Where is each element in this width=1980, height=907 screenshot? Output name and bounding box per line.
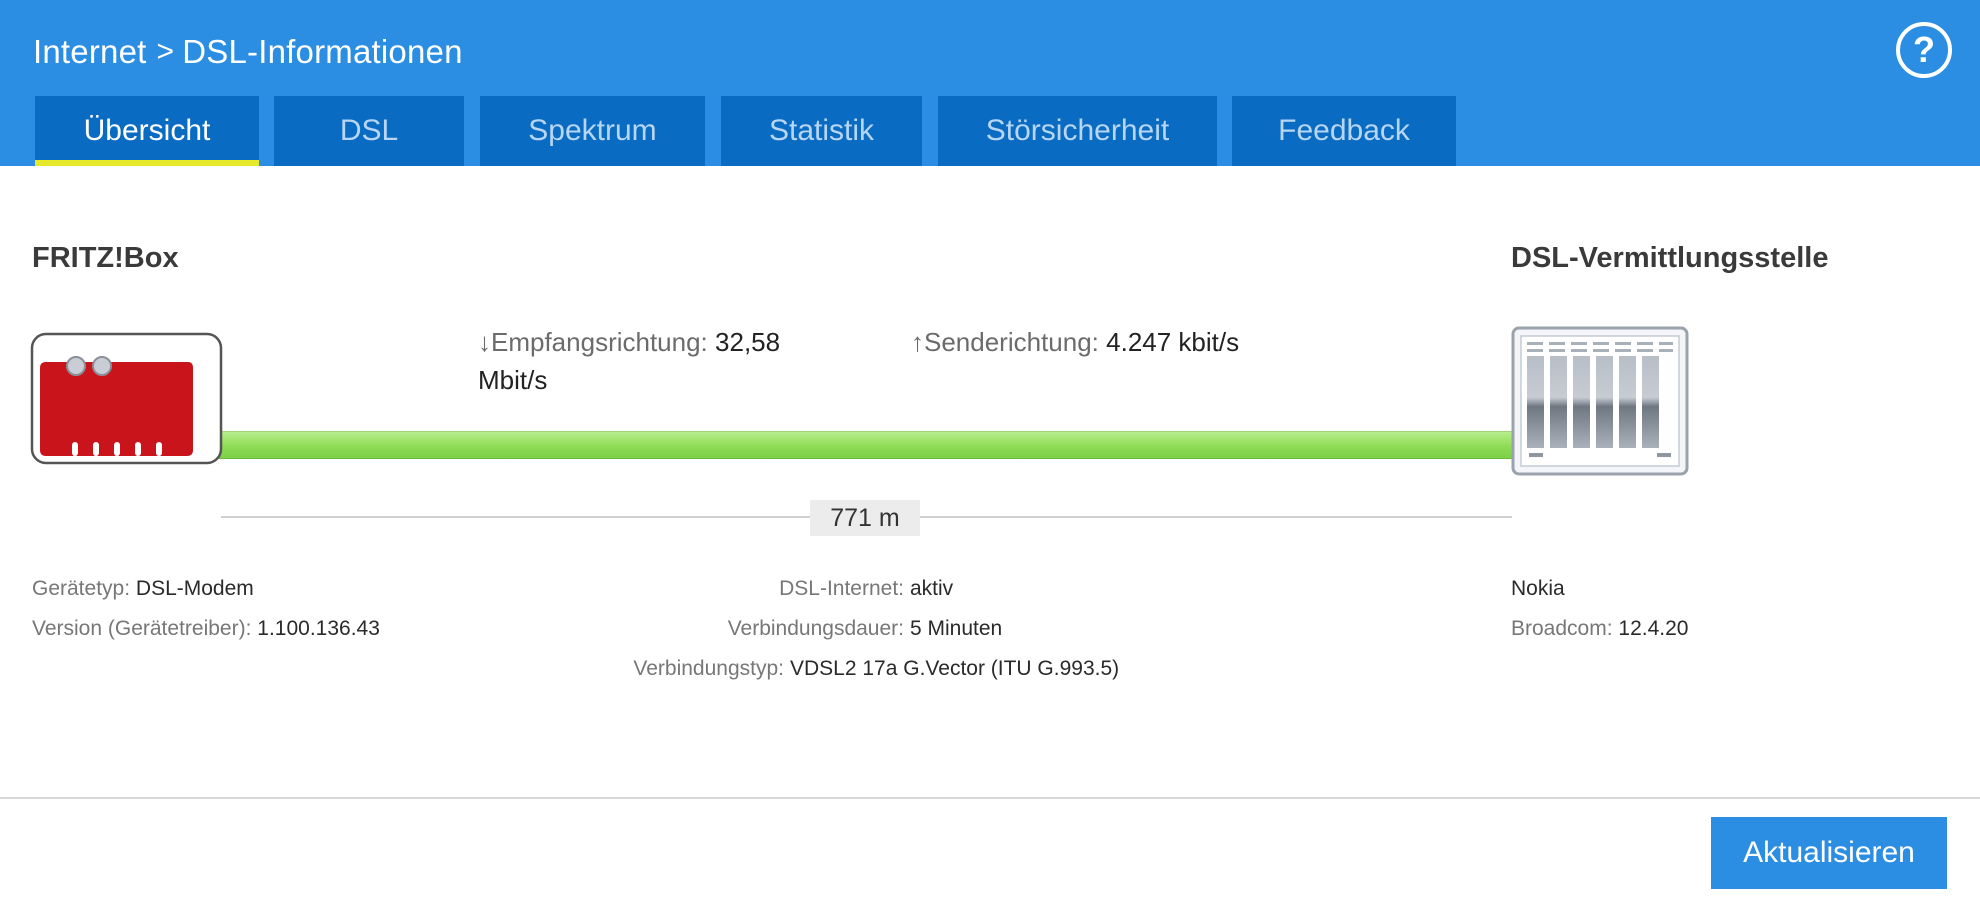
info-label: Verbindungsdauer:: [727, 617, 904, 640]
tab-stoersicherheit[interactable]: Störsicherheit: [938, 96, 1217, 166]
tab-spektrum[interactable]: Spektrum: [480, 96, 705, 166]
downstream-unit: Mbit/s: [478, 365, 548, 395]
downstream-value: 32,58: [715, 327, 781, 357]
info-value: 1.100.136.43: [257, 617, 380, 640]
info-row: Nokia: [1511, 569, 1688, 609]
tab-statistik[interactable]: Statistik: [721, 96, 922, 166]
info-value: VDSL2 17a G.Vector (ITU G.993.5): [790, 657, 1120, 680]
down-arrow-icon: ↓: [478, 327, 491, 357]
breadcrumb-separator: >: [156, 35, 175, 68]
downstream-rate: ↓Empfangsrichtung: 32,58 Mbit/s: [478, 323, 780, 399]
breadcrumb: Internet > DSL-Informationen: [33, 30, 463, 74]
info-value: Nokia: [1511, 577, 1565, 600]
info-value: 12.4.20: [1618, 617, 1689, 640]
info-value: DSL-Modem: [135, 577, 254, 600]
info-label: Gerätetyp:: [32, 577, 131, 600]
fritzbox-info: Gerätetyp: DSL-Modem Version (Gerätetrei…: [32, 569, 380, 649]
connection-info: DSL-Internet: aktiv Verbindungsdauer: 5 …: [560, 569, 1560, 689]
info-row: Gerätetyp: DSL-Modem: [32, 569, 380, 609]
fritzbox-router-icon: [30, 332, 223, 465]
info-row: DSL-Internet: aktiv: [560, 569, 1560, 609]
dsl-exchange-icon: [1511, 326, 1689, 476]
info-row: Broadcom: 12.4.20: [1511, 609, 1688, 649]
info-row: Verbindungstyp: VDSL2 17a G.Vector (ITU …: [560, 649, 1560, 689]
fritzbox-title: FRITZ!Box: [32, 242, 179, 274]
line-distance: 771 m: [810, 500, 920, 536]
upstream-value: 4.247 kbit/s: [1106, 327, 1240, 357]
downstream-label: Empfangsrichtung:: [491, 327, 708, 357]
info-label: Verbindungstyp:: [633, 657, 784, 680]
info-label: Broadcom:: [1511, 617, 1613, 640]
info-label: Version (Gerätetreiber):: [32, 617, 252, 640]
header-bar: Internet > DSL-Informationen ? Übersicht…: [0, 0, 1980, 166]
breadcrumb-dsl-informationen: DSL-Informationen: [182, 33, 463, 70]
dsl-connection-line: [216, 431, 1514, 459]
upstream-label: Senderichtung:: [924, 327, 1099, 357]
breadcrumb-internet[interactable]: Internet: [33, 33, 147, 71]
footer-divider: [0, 797, 1980, 799]
tab-feedback[interactable]: Feedback: [1232, 96, 1456, 166]
info-label: DSL-Internet:: [779, 577, 904, 600]
info-value: 5 Minuten: [910, 617, 1003, 640]
tab-uebersicht[interactable]: Übersicht: [35, 96, 259, 166]
help-icon[interactable]: ?: [1896, 22, 1952, 78]
info-row: Verbindungsdauer: 5 Minuten: [560, 609, 1560, 649]
upstream-rate: ↑Senderichtung: 4.247 kbit/s: [911, 323, 1239, 361]
up-arrow-icon: ↑: [911, 327, 924, 357]
dsl-exchange-title: DSL-Vermittlungsstelle: [1511, 242, 1829, 274]
tab-dsl[interactable]: DSL: [274, 96, 464, 166]
info-value: aktiv: [910, 577, 954, 600]
exchange-info: Nokia Broadcom: 12.4.20: [1511, 569, 1688, 649]
info-row: Version (Gerätetreiber): 1.100.136.43: [32, 609, 380, 649]
refresh-button[interactable]: Aktualisieren: [1711, 817, 1947, 889]
